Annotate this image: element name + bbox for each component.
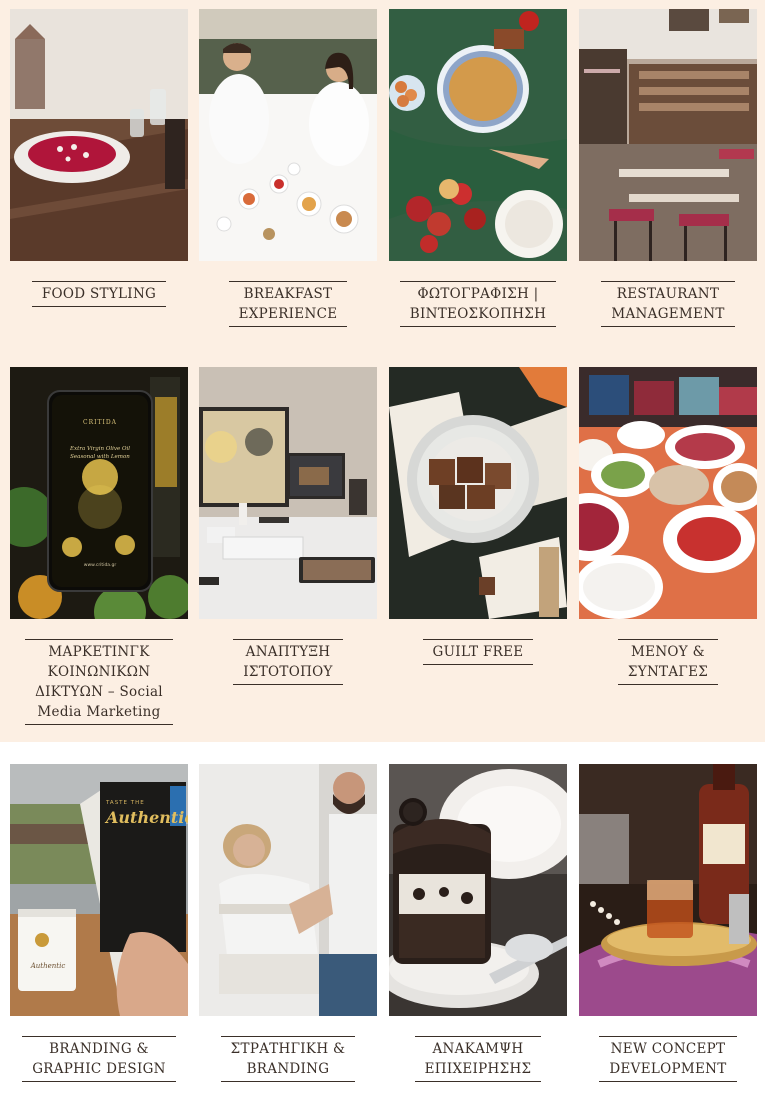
baklava-plate-photo[interactable] (389, 367, 567, 619)
couple-planning-photo[interactable] (199, 764, 377, 1016)
phone-ad-brand: CRITIDA (83, 419, 117, 426)
food-table-apples-photo[interactable] (389, 9, 567, 261)
service-caption[interactable]: RESTAURANT MANAGEMENT (579, 281, 757, 327)
service-card-menus-recipes[interactable]: ΜΕΝΟΥ & ΣΥΝΤΑΓΕΣ (579, 367, 757, 685)
disaronno-cocktail-photo[interactable] (579, 764, 757, 1016)
chocolate-cake-photo[interactable] (389, 764, 567, 1016)
service-caption[interactable]: ΜΑΡΚΕΤΙΝΓΚ ΚΟΙΝΩΝΙΚΩΝ ΔΙΚΤΥΩΝ – Social M… (10, 639, 188, 725)
service-card-social-media-marketing[interactable]: CRITIDA Extra Virgin Olive Oil Seasonal … (10, 367, 188, 725)
service-card-business-recovery[interactable]: ΑΝΑΚΑΜΨΗ ΕΠΙΧΕΙΡΗΣΗΣ (389, 764, 567, 1082)
phone-olive-oil-ad-photo[interactable]: CRITIDA Extra Virgin Olive Oil Seasonal … (10, 367, 188, 619)
menu-cover-kicker: TASTE THE (106, 800, 145, 806)
service-title[interactable]: ΦΩΤΟΓΡΑΦΙΣΗ | ΒΙΝΤΕΟΣΚΟΠΗΣΗ (399, 281, 557, 327)
cup-label: Authentic (30, 962, 66, 970)
service-caption[interactable]: NEW CONCEPT DEVELOPMENT (579, 1036, 757, 1082)
phone-ad-footer: www.critida.gr (83, 563, 117, 568)
service-caption[interactable]: GUILT FREE (389, 639, 567, 665)
service-card-breakfast-experience[interactable]: BREAKFAST EXPERIENCE (199, 9, 377, 327)
service-title[interactable]: BRANDING & GRAPHIC DESIGN (22, 1036, 176, 1082)
beet-salad-bowl-photo[interactable] (10, 9, 188, 261)
service-title[interactable]: ΑΝΑΚΑΜΨΗ ΕΠΙΧΕΙΡΗΣΗΣ (414, 1036, 542, 1082)
service-caption[interactable]: ΑΝΑΚΑΜΨΗ ΕΠΙΧΕΙΡΗΣΗΣ (389, 1036, 567, 1082)
service-title[interactable]: ΣΤΡΑΤΗΓΙΚΗ & BRANDING (220, 1036, 356, 1082)
service-card-photography-video[interactable]: ΦΩΤΟΓΡΑΦΙΣΗ | ΒΙΝΤΕΟΣΚΟΠΗΣΗ (389, 9, 567, 327)
service-title[interactable]: NEW CONCEPT DEVELOPMENT (599, 1036, 737, 1082)
service-card-restaurant-management[interactable]: RESTAURANT MANAGEMENT (579, 9, 757, 327)
service-card-website-development[interactable]: ΑΝΑΠΤΥΞΗ ΙΣΤΟΤΟΠΟΥ (199, 367, 377, 685)
service-card-strategy-branding[interactable]: ΣΤΡΑΤΗΓΙΚΗ & BRANDING (199, 764, 377, 1082)
greek-dishes-table-photo[interactable] (579, 367, 757, 619)
menu-cover-headline: Authentic (106, 808, 188, 827)
service-title[interactable]: RESTAURANT MANAGEMENT (601, 281, 735, 327)
service-card-new-concept-development[interactable]: NEW CONCEPT DEVELOPMENT (579, 764, 757, 1082)
services-grid: FOOD STYLING BREAKFAST EXPERIENCE ΦΩΤΟΓΡ… (0, 0, 765, 1115)
service-caption[interactable]: ΦΩΤΟΓΡΑΦΙΣΗ | ΒΙΝΤΕΟΣΚΟΠΗΣΗ (389, 281, 567, 327)
service-card-branding-graphic-design[interactable]: TASTE THE Authentic Authentic BRANDING &… (10, 764, 188, 1082)
service-caption[interactable]: ΑΝΑΠΤΥΞΗ ΙΣΤΟΤΟΠΟΥ (199, 639, 377, 685)
service-title[interactable]: ΜΕΝΟΥ & ΣΥΝΤΑΓΕΣ (617, 639, 719, 685)
service-caption[interactable]: FOOD STYLING (10, 281, 188, 307)
service-caption[interactable]: BRANDING & GRAPHIC DESIGN (10, 1036, 188, 1082)
service-caption[interactable]: ΜΕΝΟΥ & ΣΥΝΤΑΓΕΣ (579, 639, 757, 685)
service-title[interactable]: BREAKFAST EXPERIENCE (228, 281, 348, 327)
service-caption[interactable]: ΣΤΡΑΤΗΓΙΚΗ & BRANDING (199, 1036, 377, 1082)
service-title[interactable]: ΜΑΡΚΕΤΙΝΓΚ ΚΟΙΝΩΝΙΚΩΝ ΔΙΚΤΥΩΝ – Social M… (25, 639, 173, 725)
service-caption[interactable]: BREAKFAST EXPERIENCE (199, 281, 377, 327)
service-card-guilt-free[interactable]: GUILT FREE (389, 367, 567, 665)
service-card-food-styling[interactable]: FOOD STYLING (10, 9, 188, 307)
phone-ad-tagline: Extra Virgin Olive Oil Seasonal with Lem… (70, 446, 130, 460)
coffee-cup-menu-photo[interactable]: TASTE THE Authentic Authentic (10, 764, 188, 1016)
desk-computer-photo[interactable] (199, 367, 377, 619)
service-title[interactable]: ΑΝΑΠΤΥΞΗ ΙΣΤΟΤΟΠΟΥ (233, 639, 343, 685)
restaurant-interior-photo[interactable] (579, 9, 757, 261)
service-title[interactable]: GUILT FREE (422, 639, 534, 665)
couple-breakfast-in-bed-photo[interactable] (199, 9, 377, 261)
service-title[interactable]: FOOD STYLING (31, 281, 167, 307)
